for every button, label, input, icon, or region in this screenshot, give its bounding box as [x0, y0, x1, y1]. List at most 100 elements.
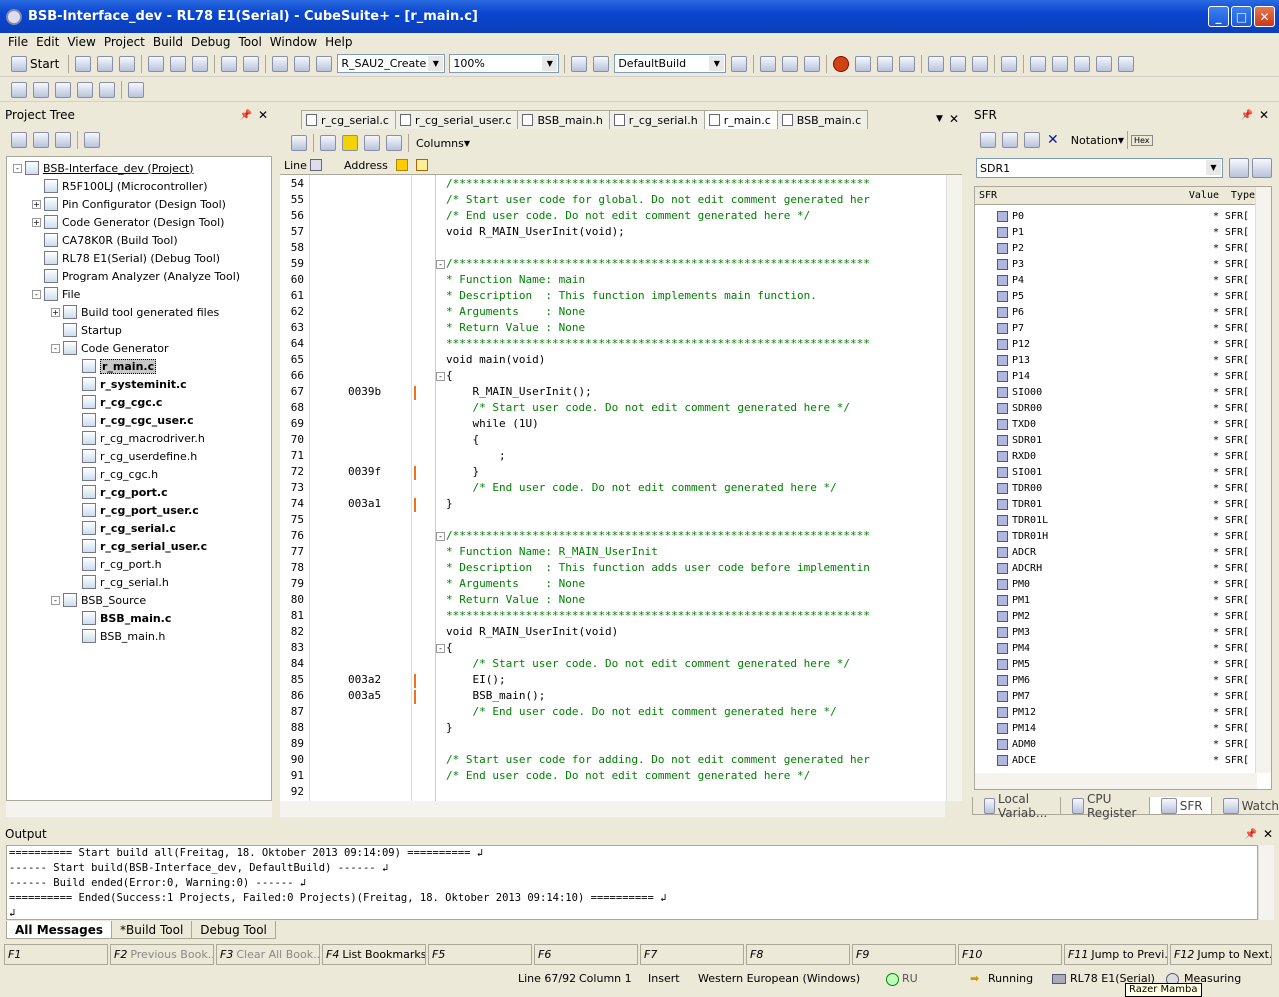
tab-list-icon[interactable]: ▼: [936, 114, 943, 124]
hex-button[interactable]: Hex: [1130, 134, 1153, 146]
expand-icon[interactable]: -: [32, 289, 41, 299]
menu-tool[interactable]: Tool: [234, 35, 265, 49]
editor-tab[interactable]: r_cg_serial_user.c: [394, 110, 519, 129]
sfr-row[interactable]: P7 * SFR[: [975, 320, 1257, 336]
columns-menu[interactable]: Columns: [416, 137, 464, 150]
pin-icon[interactable]: 📌: [1245, 829, 1257, 840]
editor-tab[interactable]: BSB_main.h: [517, 110, 610, 129]
sfr-row[interactable]: SDR00 * SFR[: [975, 400, 1257, 416]
sfr-row[interactable]: P13 * SFR[: [975, 352, 1257, 368]
tree-item[interactable]: BSB_main.h: [70, 627, 165, 645]
sfr-row[interactable]: TXD0 * SFR[: [975, 416, 1257, 432]
find-icon[interactable]: [272, 55, 289, 72]
fold-icon[interactable]: -: [436, 260, 445, 269]
menu-project[interactable]: Project: [100, 35, 149, 49]
zoom-combo[interactable]: 100% ▼: [449, 54, 560, 73]
close-icon[interactable]: ✕: [1263, 827, 1273, 841]
reset-icon[interactable]: [804, 55, 821, 72]
tree-item[interactable]: CA78K0R (Build Tool): [32, 231, 178, 249]
expand-icon[interactable]: -: [51, 343, 60, 353]
disconnect-icon[interactable]: [1001, 55, 1018, 72]
tree-item[interactable]: r_cg_serial.c: [70, 519, 176, 537]
sfr-row[interactable]: PM7 * SFR[: [975, 688, 1257, 704]
jump-icon[interactable]: [316, 55, 333, 72]
graph-icon[interactable]: [1074, 55, 1091, 72]
sfr-search-combo[interactable]: SDR1 ▼: [976, 158, 1223, 178]
function-key-f4[interactable]: F4 List Bookmarks: [322, 944, 426, 965]
chevron-down-icon[interactable]: ▼: [709, 56, 725, 71]
tree-item[interactable]: r_cg_cgc.h: [70, 465, 158, 483]
save-all-icon[interactable]: [119, 55, 136, 72]
undo-icon[interactable]: [221, 55, 238, 72]
sfr-row[interactable]: P0 * SFR[: [975, 208, 1257, 224]
bookmark-next-icon[interactable]: [1052, 55, 1069, 72]
close-tab-icon[interactable]: ✕: [949, 112, 959, 126]
move-up-icon[interactable]: [1229, 158, 1249, 178]
tree-item[interactable]: r_cg_userdefine.h: [70, 447, 197, 465]
sort-icon[interactable]: [11, 132, 27, 148]
comment-icon[interactable]: [33, 81, 49, 98]
sfr-row[interactable]: ADM0 * SFR[: [975, 736, 1257, 752]
tree-item[interactable]: R5F100LJ (Microcontroller): [32, 177, 208, 195]
close-button[interactable]: ✕: [1254, 6, 1275, 27]
output-tab[interactable]: *Build Tool: [111, 921, 193, 939]
cut-icon[interactable]: [148, 55, 165, 72]
tree-item[interactable]: r_cg_port.h: [70, 555, 162, 573]
tree-item[interactable]: r_systeminit.c: [70, 375, 187, 393]
chevron-down-icon[interactable]: ▼: [542, 56, 558, 71]
function-key-f9[interactable]: F9: [852, 944, 956, 965]
sfr-row[interactable]: TDR01 * SFR[: [975, 496, 1257, 512]
panel-icon[interactable]: [128, 81, 144, 98]
tree-item[interactable]: r_cg_port_user.c: [70, 501, 199, 519]
menu-debug[interactable]: Debug: [187, 35, 234, 49]
start-button[interactable]: Start: [30, 57, 59, 71]
sfr-row[interactable]: P4 * SFR[: [975, 272, 1257, 288]
sfr-row[interactable]: SIO00 * SFR[: [975, 384, 1257, 400]
sfr-row[interactable]: PM6 * SFR[: [975, 672, 1257, 688]
comment-clear-icon[interactable]: [99, 81, 115, 98]
breakpoint-marker[interactable]: [414, 498, 416, 512]
sfr-row[interactable]: PM4 * SFR[: [975, 640, 1257, 656]
expand-icon[interactable]: +: [32, 199, 41, 209]
step-out-icon[interactable]: [972, 55, 989, 72]
tree-item[interactable]: Startup: [51, 321, 122, 339]
sfr-row[interactable]: TDR00 * SFR[: [975, 480, 1257, 496]
tree-item[interactable]: r_cg_macrodriver.h: [70, 429, 205, 447]
tree-item[interactable]: r_cg_port.c: [70, 483, 168, 501]
find-next-icon[interactable]: [294, 55, 311, 72]
editor-tab[interactable]: r_cg_serial.h: [608, 110, 705, 129]
build-mode-combo[interactable]: DefaultBuild ▼: [614, 54, 727, 73]
editor-tab[interactable]: r_cg_serial.c: [301, 110, 396, 129]
maximize-button[interactable]: □: [1231, 6, 1252, 27]
sfr-row[interactable]: RXD0 * SFR[: [975, 448, 1257, 464]
copy-icon[interactable]: [170, 55, 187, 72]
comment-prev-icon[interactable]: [77, 81, 93, 98]
close-icon[interactable]: ✕: [258, 108, 268, 122]
save-icon[interactable]: [97, 55, 114, 72]
chevron-down-icon[interactable]: ▼: [1206, 160, 1221, 175]
minimize-button[interactable]: _: [1208, 6, 1229, 27]
debug-panel-tab[interactable]: Local Variab...: [972, 792, 1062, 820]
menu-build[interactable]: Build: [149, 35, 187, 49]
restart-icon[interactable]: [899, 55, 916, 72]
sfr-row[interactable]: TDR01H * SFR[: [975, 528, 1257, 544]
delete-icon[interactable]: ✕: [1047, 132, 1059, 148]
editor-hscrollbar[interactable]: [280, 801, 945, 817]
sfr-row[interactable]: P1 * SFR[: [975, 224, 1257, 240]
sfr-row[interactable]: P14 * SFR[: [975, 368, 1257, 384]
expand-icon[interactable]: -: [51, 595, 60, 605]
sfr-row[interactable]: SDR01 * SFR[: [975, 432, 1257, 448]
property-icon[interactable]: [33, 132, 49, 148]
user-icon[interactable]: [55, 132, 71, 148]
sfr-row[interactable]: SIO01 * SFR[: [975, 464, 1257, 480]
sfr-row[interactable]: PM14 * SFR[: [975, 720, 1257, 736]
sfr-row[interactable]: ADCR * SFR[: [975, 544, 1257, 560]
pin-icon[interactable]: 📌: [240, 110, 252, 121]
function-key-f11[interactable]: F11 Jump to Previ...: [1064, 944, 1168, 965]
start-icon[interactable]: [11, 55, 27, 72]
tree-item[interactable]: r_cg_cgc_user.c: [70, 411, 194, 429]
editor-tab[interactable]: r_main.c: [703, 110, 778, 129]
mixed-icon[interactable]: [320, 135, 336, 151]
editor-vscrollbar[interactable]: [946, 175, 962, 801]
refresh-icon[interactable]: [980, 132, 996, 148]
